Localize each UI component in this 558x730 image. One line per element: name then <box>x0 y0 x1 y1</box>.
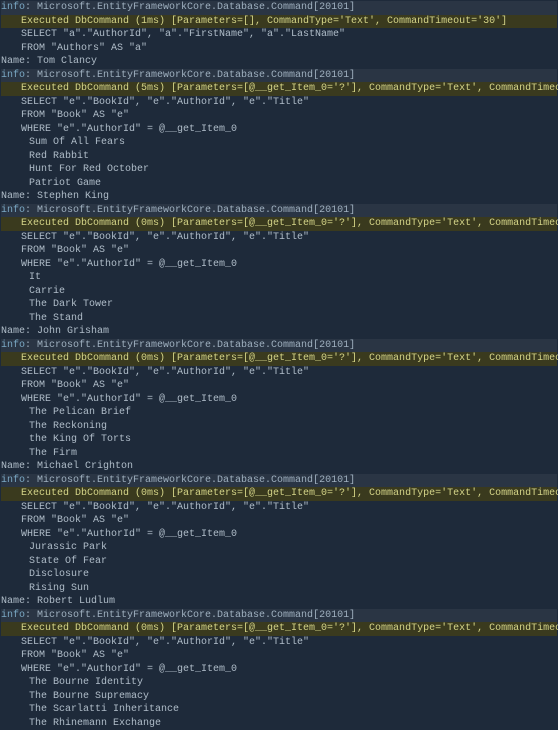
log-level-prefix: info <box>1 205 25 216</box>
sql-statement-line: SELECT "e"."BookId", "e"."AuthorId", "e"… <box>1 366 557 380</box>
log-level-prefix: info <box>1 70 25 81</box>
sql-statement-line: SELECT "a"."AuthorId", "a"."FirstName", … <box>1 28 557 42</box>
log-category: : Microsoft.EntityFrameworkCore.Database… <box>25 340 355 351</box>
author-name-line: Name: Stephen King <box>1 190 557 204</box>
sql-statement-line: SELECT "e"."BookId", "e"."AuthorId", "e"… <box>1 636 557 650</box>
log-category: : Microsoft.EntityFrameworkCore.Database… <box>25 610 355 621</box>
book-title-line: The Bourne Supremacy <box>1 690 557 704</box>
book-title-line: The Scarlatti Inheritance <box>1 703 557 717</box>
log-level-prefix: info <box>1 2 25 13</box>
sql-statement-line: SELECT "e"."BookId", "e"."AuthorId", "e"… <box>1 96 557 110</box>
book-title-line: State Of Fear <box>1 555 557 569</box>
sql-statement-line: WHERE "e"."AuthorId" = @__get_Item_0 <box>1 663 557 677</box>
log-info-header: info: Microsoft.EntityFrameworkCore.Data… <box>1 69 557 83</box>
sql-statement-line: FROM "Book" AS "e" <box>1 244 557 258</box>
log-info-header: info: Microsoft.EntityFrameworkCore.Data… <box>1 609 557 623</box>
book-title-line: Jurassic Park <box>1 541 557 555</box>
log-category: : Microsoft.EntityFrameworkCore.Database… <box>25 475 355 486</box>
book-title-line: the King Of Torts <box>1 433 557 447</box>
sql-statement-line: FROM "Book" AS "e" <box>1 109 557 123</box>
book-title-line: Patriot Game <box>1 177 557 191</box>
book-title-line: The Pelican Brief <box>1 406 557 420</box>
log-level-prefix: info <box>1 475 25 486</box>
book-title-line: Rising Sun <box>1 582 557 596</box>
book-title-line: The Dark Tower <box>1 298 557 312</box>
log-info-header: info: Microsoft.EntityFrameworkCore.Data… <box>1 339 557 353</box>
log-category: : Microsoft.EntityFrameworkCore.Database… <box>25 205 355 216</box>
author-name-line: Name: Michael Crighton <box>1 460 557 474</box>
executed-command-line: Executed DbCommand (0ms) [Parameters=[@_… <box>1 217 557 231</box>
executed-command-line: Executed DbCommand (5ms) [Parameters=[@_… <box>1 82 557 96</box>
executed-command-line: Executed DbCommand (1ms) [Parameters=[],… <box>1 15 557 29</box>
sql-statement-line: FROM "Book" AS "e" <box>1 514 557 528</box>
book-title-line: Hunt For Red October <box>1 163 557 177</box>
log-info-header: info: Microsoft.EntityFrameworkCore.Data… <box>1 204 557 218</box>
log-level-prefix: info <box>1 610 25 621</box>
book-title-line: It <box>1 271 557 285</box>
book-title-line: Disclosure <box>1 568 557 582</box>
log-info-header: info: Microsoft.EntityFrameworkCore.Data… <box>1 1 557 15</box>
sql-statement-line: FROM "Authors" AS "a" <box>1 42 557 56</box>
log-category: : Microsoft.EntityFrameworkCore.Database… <box>25 70 355 81</box>
book-title-line: The Rhinemann Exchange <box>1 717 557 730</box>
book-title-line: The Bourne Identity <box>1 676 557 690</box>
sql-statement-line: WHERE "e"."AuthorId" = @__get_Item_0 <box>1 123 557 137</box>
book-title-line: The Reckoning <box>1 420 557 434</box>
log-level-prefix: info <box>1 340 25 351</box>
book-title-line: The Firm <box>1 447 557 461</box>
sql-statement-line: SELECT "e"."BookId", "e"."AuthorId", "e"… <box>1 231 557 245</box>
author-name-line: Name: Robert Ludlum <box>1 595 557 609</box>
sql-statement-line: SELECT "e"."BookId", "e"."AuthorId", "e"… <box>1 501 557 515</box>
sql-statement-line: FROM "Book" AS "e" <box>1 649 557 663</box>
sql-statement-line: WHERE "e"."AuthorId" = @__get_Item_0 <box>1 528 557 542</box>
author-name-line: Name: Tom Clancy <box>1 55 557 69</box>
sql-statement-line: FROM "Book" AS "e" <box>1 379 557 393</box>
book-title-line: Red Rabbit <box>1 150 557 164</box>
book-title-line: Carrie <box>1 285 557 299</box>
executed-command-line: Executed DbCommand (0ms) [Parameters=[@_… <box>1 352 557 366</box>
log-info-header: info: Microsoft.EntityFrameworkCore.Data… <box>1 474 557 488</box>
executed-command-line: Executed DbCommand (0ms) [Parameters=[@_… <box>1 487 557 501</box>
sql-statement-line: WHERE "e"."AuthorId" = @__get_Item_0 <box>1 258 557 272</box>
executed-command-line: Executed DbCommand (0ms) [Parameters=[@_… <box>1 622 557 636</box>
console-output: info: Microsoft.EntityFrameworkCore.Data… <box>1 1 557 730</box>
sql-statement-line: WHERE "e"."AuthorId" = @__get_Item_0 <box>1 393 557 407</box>
log-category: : Microsoft.EntityFrameworkCore.Database… <box>25 2 355 13</box>
book-title-line: The Stand <box>1 312 557 326</box>
book-title-line: Sum Of All Fears <box>1 136 557 150</box>
author-name-line: Name: John Grisham <box>1 325 557 339</box>
